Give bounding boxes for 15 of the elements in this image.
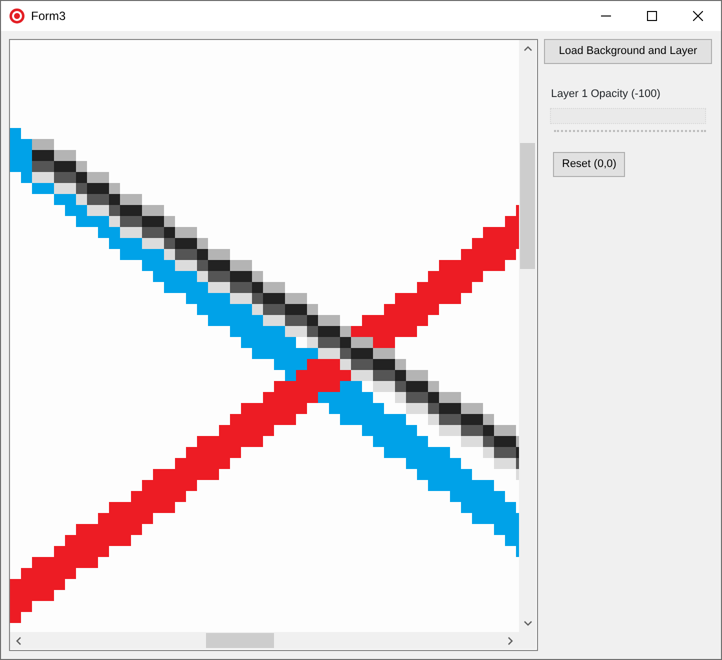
- opacity-label: Layer 1 Opacity (-100): [551, 86, 662, 102]
- scroll-thumb[interactable]: [520, 143, 535, 269]
- scroll-thumb[interactable]: [206, 633, 274, 648]
- maximize-icon: [647, 11, 657, 21]
- reset-button[interactable]: Reset (0,0): [553, 152, 626, 176]
- app-icon: [9, 8, 25, 24]
- window-title: Form3: [31, 8, 66, 25]
- horizontal-scrollbar[interactable]: [10, 632, 519, 649]
- chevron-right-icon: [508, 636, 513, 644]
- load-button[interactable]: Load Background and Layer: [544, 39, 712, 64]
- chevron-up-icon: [524, 46, 532, 51]
- chevron-left-icon: [16, 636, 21, 644]
- chevron-down-icon: [524, 621, 532, 626]
- close-icon: [693, 11, 703, 21]
- vertical-scrollbar[interactable]: [519, 40, 536, 632]
